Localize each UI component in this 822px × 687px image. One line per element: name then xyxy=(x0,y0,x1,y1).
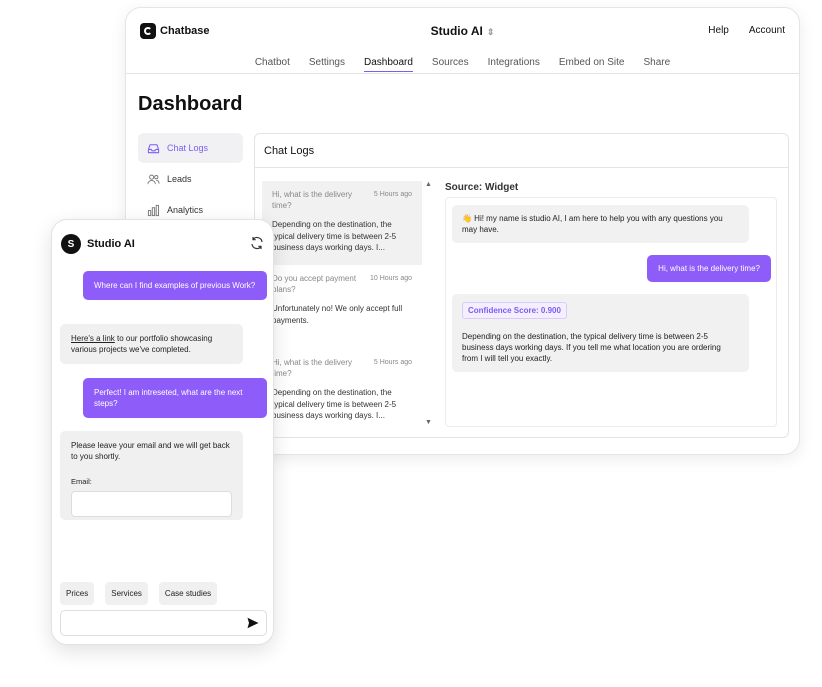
bar-chart-icon xyxy=(147,204,159,216)
log-time: 5 Hours ago xyxy=(373,191,412,198)
chevron-updown-icon: ⇕ xyxy=(486,27,495,37)
chat-logs-panel: Chat Logs Hi, what is the delivery time?… xyxy=(254,133,789,438)
email-label: Email: xyxy=(71,477,92,486)
top-bar: Chatbase Studio AI ⇕ Help Account Chatbot… xyxy=(126,8,799,74)
account-link[interactable]: Account xyxy=(749,25,785,36)
sidebar-item-leads[interactable]: Leads xyxy=(138,164,243,194)
tab-chatbot[interactable]: Chatbot xyxy=(255,57,290,72)
user-message: Perfect! I am intreseted, what are the n… xyxy=(83,378,267,418)
refresh-icon[interactable] xyxy=(250,236,264,250)
scrollbar[interactable]: ▲ ▼ xyxy=(425,181,433,426)
widget-header: S Studio AI xyxy=(61,234,135,254)
log-question: Do you accept payment plans? xyxy=(272,274,357,294)
bot-message: Here's a link to our portfolio showcasin… xyxy=(60,324,243,364)
chat-log-list: Hi, what is the delivery time? 5 Hours a… xyxy=(262,181,422,429)
sidebar-item-label: Analytics xyxy=(167,205,204,215)
sidebar-item-label: Chat Logs xyxy=(167,143,209,153)
panel-title: Chat Logs xyxy=(255,134,788,168)
suggestion-chips: Prices Services Case studies xyxy=(60,582,218,605)
log-answer: Depending on the destination, the typica… xyxy=(272,220,397,252)
nav-tabs: Chatbot Settings Dashboard Sources Integ… xyxy=(126,57,799,72)
sidebar-item-label: Leads xyxy=(167,174,192,184)
widget-name: Studio AI xyxy=(87,238,135,250)
inbox-icon xyxy=(147,143,160,153)
log-answer: Depending on the destination, the typica… xyxy=(272,388,397,420)
log-time: 5 Hours ago xyxy=(373,359,412,366)
list-item[interactable]: Hi, what is the delivery time? 5 Hours a… xyxy=(262,349,422,429)
users-icon xyxy=(147,174,160,184)
log-question: Hi, what is the delivery time? xyxy=(272,190,353,210)
help-link[interactable]: Help xyxy=(708,25,729,36)
log-question: Hi, what is the delivery time? xyxy=(272,358,353,378)
conversation-source: Source: Widget xyxy=(445,182,519,193)
tab-settings[interactable]: Settings xyxy=(309,57,345,72)
chip-prices[interactable]: Prices xyxy=(60,582,95,605)
project-name: Studio AI xyxy=(430,24,483,38)
confidence-badge: Confidence Score: 0.900 xyxy=(462,302,567,319)
log-time: 10 Hours ago xyxy=(369,275,412,282)
email-field[interactable] xyxy=(71,491,232,517)
message-input[interactable] xyxy=(60,610,267,636)
chip-case-studies[interactable]: Case studies xyxy=(158,582,218,605)
sidebar-item-chat-logs[interactable]: Chat Logs xyxy=(138,133,243,163)
avatar: S xyxy=(61,234,81,254)
chat-widget: S Studio AI Where can I find examples of… xyxy=(51,219,274,645)
project-selector[interactable]: Studio AI ⇕ xyxy=(126,24,799,38)
bot-email-prompt: Please leave your email and we will get … xyxy=(60,431,243,520)
user-message: Hi, what is the delivery time? xyxy=(647,255,771,282)
list-item[interactable]: Do you accept payment plans? 10 Hours ag… xyxy=(262,265,422,349)
bot-answer-text: Depending on the destination, the typica… xyxy=(462,332,721,363)
scroll-up-icon[interactable]: ▲ xyxy=(425,181,432,188)
bot-greeting: 👋 Hi! my name is studio AI, I am here to… xyxy=(452,205,749,243)
tab-share[interactable]: Share xyxy=(643,57,670,72)
tab-integrations[interactable]: Integrations xyxy=(488,57,540,72)
bot-message-text: Please leave your email and we will get … xyxy=(71,441,230,461)
scroll-down-icon[interactable]: ▼ xyxy=(425,419,432,426)
chip-services[interactable]: Services xyxy=(105,582,148,605)
send-icon[interactable] xyxy=(247,617,259,629)
sidebar: Chat Logs Leads Analytics xyxy=(138,133,243,226)
portfolio-link[interactable]: Here's a link xyxy=(71,334,115,343)
list-item[interactable]: Hi, what is the delivery time? 5 Hours a… xyxy=(262,181,422,265)
tab-dashboard[interactable]: Dashboard xyxy=(364,57,413,72)
bot-answer: Confidence Score: 0.900 Depending on the… xyxy=(452,294,749,372)
tab-sources[interactable]: Sources xyxy=(432,57,469,72)
user-message: Where can I find examples of previous Wo… xyxy=(83,271,267,300)
tab-embed[interactable]: Embed on Site xyxy=(559,57,625,72)
conversation-view: 👋 Hi! my name is studio AI, I am here to… xyxy=(445,197,777,427)
page-title: Dashboard xyxy=(138,93,243,115)
log-answer: Unfortunately no! We only accept full pa… xyxy=(272,304,403,325)
